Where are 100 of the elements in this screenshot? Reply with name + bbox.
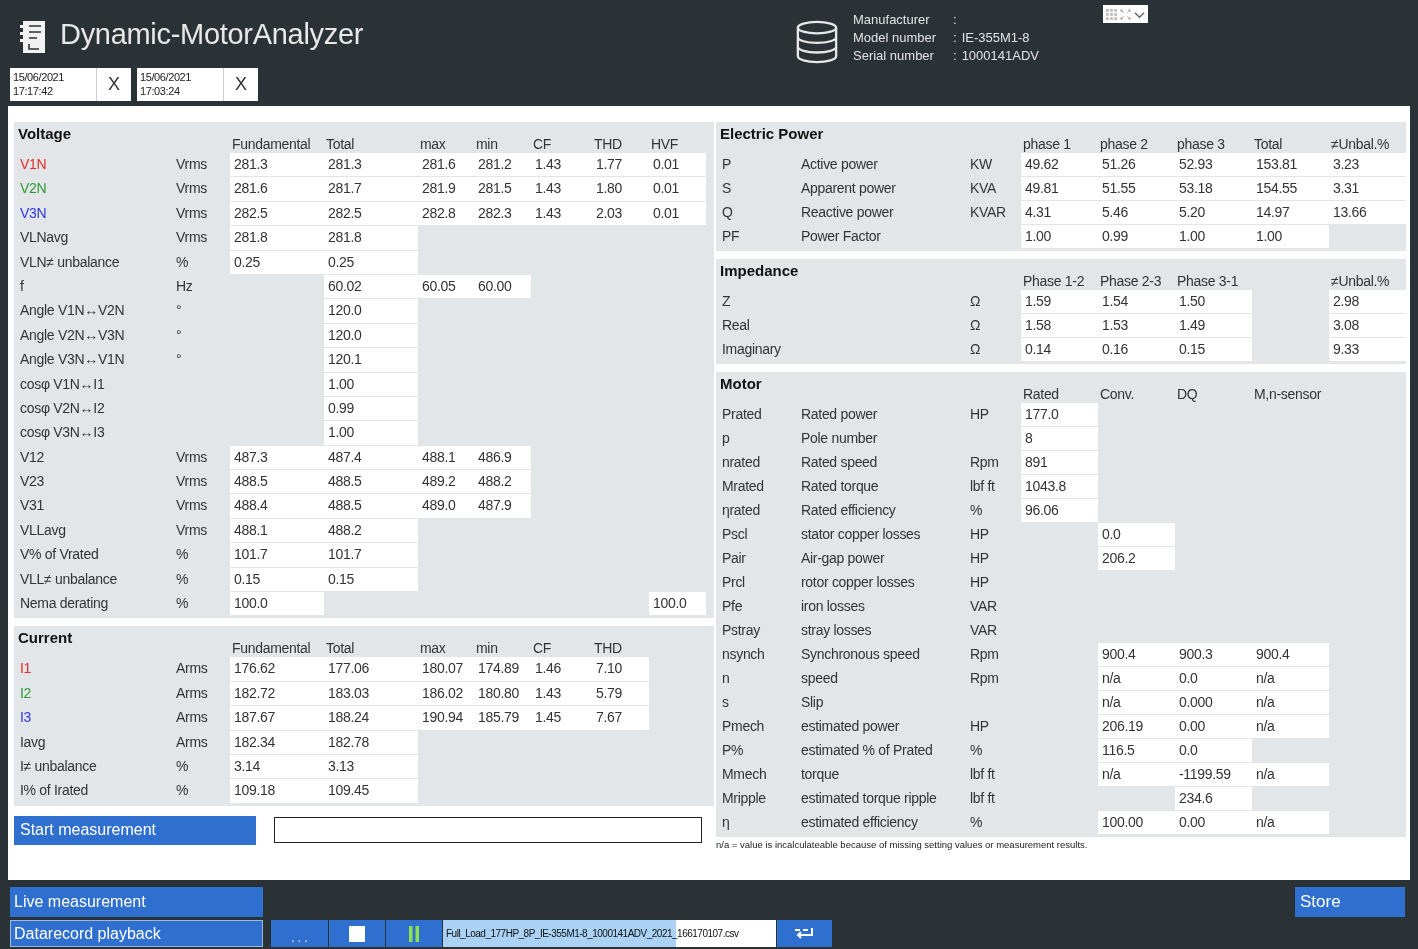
value-cell: 0.01 xyxy=(649,177,706,201)
value-cell: 281.3 xyxy=(230,153,324,177)
expand-icon[interactable] xyxy=(1120,8,1131,20)
unit-label: Arms xyxy=(175,708,209,728)
clear-button[interactable]: X xyxy=(223,68,258,101)
row-label: Angle V3N↔V1N xyxy=(19,350,126,370)
value-cell: 0.99 xyxy=(1098,225,1175,248)
row-label: f xyxy=(19,276,25,296)
row-label: I3 xyxy=(19,708,33,728)
value-cell: 187.67 xyxy=(230,706,324,730)
row-label: Mripple xyxy=(721,789,767,808)
input-field[interactable] xyxy=(274,817,702,844)
value-cell: 182.34 xyxy=(230,730,324,754)
value-cell: 488.5 xyxy=(324,494,418,518)
row-label: nrated xyxy=(721,453,761,472)
store-button[interactable]: Store xyxy=(1295,887,1405,917)
value-cell: 53.18 xyxy=(1175,177,1252,200)
unit-label: Arms xyxy=(175,683,209,703)
value-cell: 9.33 xyxy=(1329,338,1406,361)
row-description: Rated efficiency xyxy=(800,501,897,520)
value-cell: 185.79 xyxy=(474,706,531,730)
row-description: torque xyxy=(800,765,840,784)
value-cell: 183.03 xyxy=(324,681,418,706)
unit-label: Vrms xyxy=(175,520,208,540)
row-label: S xyxy=(721,179,733,198)
unit-label: % xyxy=(969,741,984,760)
unit-label: Arms xyxy=(175,659,209,679)
unit-label: Vrms xyxy=(175,447,208,467)
stop-button[interactable] xyxy=(329,920,385,947)
value-cell: 281.3 xyxy=(324,153,418,177)
column-header: Fundamental xyxy=(231,136,312,152)
pause-button[interactable] xyxy=(386,920,442,947)
row-description: estimated power xyxy=(800,717,901,736)
row-description: Rated speed xyxy=(800,453,879,472)
value-cell: 182.72 xyxy=(230,681,324,706)
device-field-label: Manufacturer xyxy=(853,11,931,29)
file-field[interactable]: Full_Load_177HP_8P_IE-355M1-8_1000141ADV_2021_166170107.csv xyxy=(443,920,776,947)
value-cell: 487.4 xyxy=(324,445,418,470)
clear-button[interactable]: X xyxy=(96,68,131,101)
value-cell: 49.81 xyxy=(1021,177,1098,200)
value-cell: 0.15 xyxy=(230,567,324,592)
row-description: Rated torque xyxy=(800,477,880,496)
start-measurement-button[interactable]: Start measurement xyxy=(14,815,256,845)
row-description: stray losses xyxy=(800,621,873,640)
value-cell: n/a xyxy=(1252,715,1329,738)
unit-label: ° xyxy=(175,325,183,345)
value-cell: 281.8 xyxy=(324,226,418,250)
device-field-value: 1000141ADV xyxy=(961,47,1039,65)
date-time-field[interactable]: 15/06/2021 17:17:42 xyxy=(10,68,96,101)
value-cell: 281.6 xyxy=(230,177,324,201)
row-description: speed xyxy=(800,669,839,688)
column-header: THD xyxy=(593,640,623,657)
column-header: phase 3 xyxy=(1176,136,1226,152)
logo-icon xyxy=(20,20,46,54)
mode-tab[interactable]: Live measurement xyxy=(10,887,263,917)
column-header: Phase 2-3 xyxy=(1099,273,1163,289)
value-cell: 281.6 xyxy=(418,153,474,177)
row-description: iron losses xyxy=(800,597,866,616)
value-cell: 2.03 xyxy=(592,201,649,226)
value-cell: n/a xyxy=(1098,763,1175,786)
value-cell: 488.2 xyxy=(324,518,418,543)
value-cell: 281.9 xyxy=(418,177,474,201)
unit-label: KVA xyxy=(969,179,998,198)
unit-label: % xyxy=(175,545,190,565)
column-header: max xyxy=(419,136,447,152)
row-label: cosφ V3N↔I3 xyxy=(19,423,106,443)
return-button[interactable] xyxy=(777,920,832,947)
value-cell: 13.66 xyxy=(1329,201,1406,224)
value-cell: 206.2 xyxy=(1098,547,1175,570)
value-cell: 5.46 xyxy=(1098,201,1175,224)
mode-tab[interactable]: Datarecord playback xyxy=(10,920,263,947)
unit-label: KVAR xyxy=(969,203,1007,222)
column-header: CF xyxy=(532,640,553,657)
row-description: Active power xyxy=(800,155,879,174)
value-cell: 8 xyxy=(1021,427,1098,450)
unit-label: HP xyxy=(969,717,990,736)
value-cell: 100.00 xyxy=(1098,811,1175,834)
value-cell: 0.15 xyxy=(324,567,418,592)
row-description: estimated efficiency xyxy=(800,813,919,832)
column-header: CF xyxy=(532,136,553,152)
value-cell: 154.55 xyxy=(1252,177,1329,200)
section-title: Motor xyxy=(720,375,762,392)
section-title: Impedance xyxy=(720,262,799,279)
row-label: V3N xyxy=(19,203,48,223)
value-cell: n/a xyxy=(1252,811,1329,834)
value-cell: 0.14 xyxy=(1021,338,1098,361)
column-header: min xyxy=(475,136,499,152)
row-label: s xyxy=(721,693,730,712)
column-header: Conv. xyxy=(1099,386,1136,402)
value-cell: n/a xyxy=(1252,763,1329,786)
value-cell: 281.8 xyxy=(230,226,324,250)
row-label: Z xyxy=(721,292,732,311)
date-time-field[interactable]: 15/06/2021 17:03:24 xyxy=(137,68,223,101)
value-cell: 3.08 xyxy=(1329,314,1406,337)
value-cell: n/a xyxy=(1252,691,1329,714)
value-cell: 0.0 xyxy=(1175,739,1252,762)
column-header: THD xyxy=(593,136,623,152)
device-field-label: Model number xyxy=(853,29,938,47)
value-cell: 101.7 xyxy=(324,543,418,567)
browse-button[interactable]: . . . xyxy=(271,920,328,947)
